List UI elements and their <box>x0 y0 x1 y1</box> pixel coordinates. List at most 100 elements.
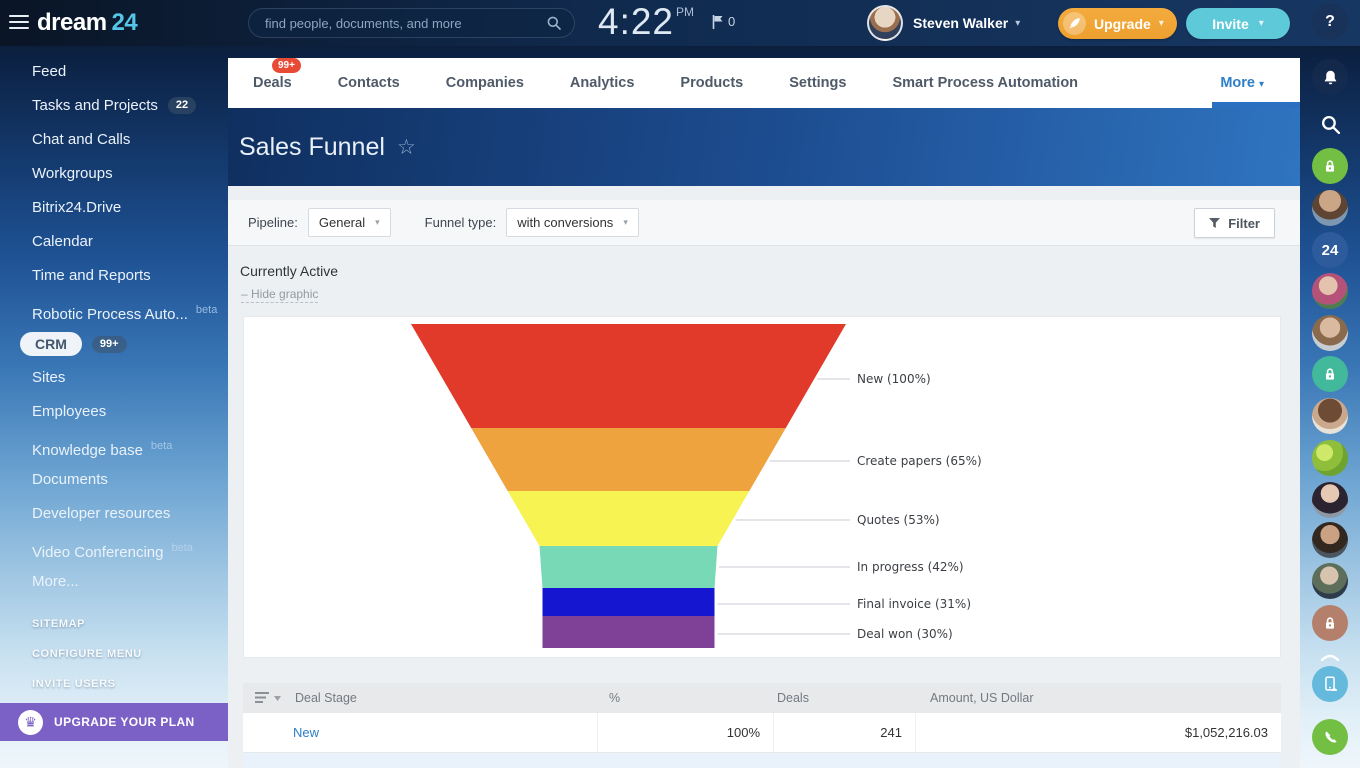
chat-avatar[interactable] <box>1312 522 1348 558</box>
locked-feature-green-button[interactable] <box>1312 148 1348 184</box>
filter-button[interactable]: Filter <box>1194 208 1275 238</box>
chat-avatar[interactable] <box>1312 315 1348 351</box>
user-name: Steven Walker <box>913 15 1008 31</box>
upgrade-plan-label: UPGRADE YOUR PLAN <box>54 715 195 729</box>
sidebar-item-crm[interactable]: CRM99+ <box>0 327 228 361</box>
col-header-deal-stage[interactable]: Deal Stage <box>293 691 597 705</box>
invite-label: Invite <box>1212 16 1249 32</box>
locked-feature-teal-button[interactable] <box>1312 356 1348 392</box>
app-logo[interactable]: dream24 <box>37 0 137 46</box>
user-avatar[interactable] <box>867 5 903 41</box>
tab-analytics[interactable]: Analytics <box>570 75 634 91</box>
cell-percent: 100% <box>597 713 773 752</box>
notifications-bell-button[interactable] <box>1312 59 1348 95</box>
notifications-flag[interactable]: 0 <box>712 14 735 29</box>
invite-button[interactable]: Invite ▾ <box>1186 8 1290 39</box>
sidebar-item-calendar[interactable]: Calendar <box>0 225 228 259</box>
sidebar-item-employees[interactable]: Employees <box>0 395 228 429</box>
funnel-stage-label: Quotes (53%) <box>857 513 940 527</box>
sidebar-item-knowledge-base[interactable]: Knowledge basebeta <box>0 429 228 463</box>
search-input[interactable] <box>265 16 546 31</box>
rail-search-button[interactable] <box>1312 106 1348 142</box>
pipeline-value: General <box>319 215 365 230</box>
global-search[interactable] <box>248 8 575 38</box>
table-row: New100%241$1,052,216.03 <box>243 713 1281 753</box>
sidebar-item-sites[interactable]: Sites <box>0 361 228 395</box>
pipeline-select[interactable]: General ▾ <box>308 208 391 237</box>
cell-deals: 241 <box>773 713 915 752</box>
telephony-button[interactable] <box>1312 719 1348 755</box>
sidebar-item-chat-and-calls[interactable]: Chat and Calls <box>0 123 228 157</box>
upgrade-plan-banner[interactable]: ♛ UPGRADE YOUR PLAN <box>0 703 228 741</box>
col-header-amount[interactable]: Amount, US Dollar <box>915 691 1281 705</box>
chat-avatar[interactable] <box>1312 563 1348 599</box>
section-title: Currently Active <box>240 263 338 279</box>
search-icon[interactable] <box>546 15 562 31</box>
favorite-star-icon[interactable]: ☆ <box>397 135 416 160</box>
main-content: Pipeline: General ▾ Funnel type: with co… <box>228 186 1300 768</box>
configure-menu-link[interactable]: CONFIGURE MENU <box>32 648 142 660</box>
invite-users-link[interactable]: INVITE USERS <box>32 678 142 690</box>
funnel-segment-final-invoice[interactable] <box>543 588 715 616</box>
sidebar-item-workgroups[interactable]: Workgroups <box>0 157 228 191</box>
funnel-segment-deal-won[interactable] <box>543 616 715 648</box>
tab-products[interactable]: Products <box>680 75 743 91</box>
chevron-down-icon: ▾ <box>1259 79 1264 90</box>
bitrix24-chat-button[interactable]: 24 <box>1312 232 1348 268</box>
upgrade-button[interactable]: Upgrade ▾ <box>1058 8 1177 39</box>
funnel-segment-new[interactable] <box>411 324 846 428</box>
funnel-type-select[interactable]: with conversions ▾ <box>506 208 639 237</box>
left-sidebar: FeedTasks and Projects22Chat and CallsWo… <box>0 46 228 768</box>
mobile-app-button[interactable] <box>1312 666 1348 702</box>
tab-companies[interactable]: Companies <box>446 75 524 91</box>
crm-nav-tabs: Deals99+ Contacts Companies Analytics Produc… <box>228 58 1300 108</box>
tab-smart-process-automation[interactable]: Smart Process Automation <box>892 75 1078 91</box>
clock[interactable]: 4:22PM <box>598 1 694 43</box>
chat-avatar[interactable] <box>1312 190 1348 226</box>
funnel-segment-in-progress[interactable] <box>540 546 718 588</box>
chat-avatar[interactable] <box>1312 398 1348 434</box>
lock-icon <box>1322 615 1338 631</box>
sidebar-item-bitrix24-drive[interactable]: Bitrix24.Drive <box>0 191 228 225</box>
col-header-percent[interactable]: % <box>597 691 773 705</box>
chat-avatar[interactable] <box>1312 482 1348 518</box>
funnel-toolbar: Pipeline: General ▾ Funnel type: with co… <box>228 200 1300 246</box>
sidebar-item-feed[interactable]: Feed <box>0 55 228 89</box>
hamburger-menu-icon[interactable] <box>9 15 29 29</box>
funnel-stage-label: New (100%) <box>857 372 931 386</box>
app-window: { "topbar": { "brand": "dream", "brand_s… <box>0 0 1360 768</box>
locked-feature-brown-button[interactable] <box>1312 605 1348 641</box>
chevron-down-icon: ▾ <box>375 217 380 228</box>
funnel-type-label: Funnel type: <box>425 215 497 230</box>
table-settings-icon[interactable] <box>243 692 293 704</box>
sidebar-item-tasks-and-projects[interactable]: Tasks and Projects22 <box>0 89 228 123</box>
tab-settings[interactable]: Settings <box>789 75 846 91</box>
sidebar-item-video-conferencing[interactable]: Video Conferencingbeta <box>0 531 228 565</box>
user-menu[interactable]: Steven Walker ▾ <box>913 0 1020 46</box>
sitemap-link[interactable]: SITEMAP <box>32 618 142 630</box>
right-rail: ? 24 <box>1300 0 1360 768</box>
bell-icon <box>1322 69 1339 86</box>
upgrade-label: Upgrade <box>1094 16 1151 32</box>
tab-contacts[interactable]: Contacts <box>338 75 400 91</box>
sidebar-item-more[interactable]: More... <box>0 565 228 599</box>
funnel-segment-quotes[interactable] <box>508 491 750 546</box>
chat-avatar[interactable] <box>1312 440 1348 476</box>
search-icon <box>1320 114 1341 135</box>
deal-stage-link[interactable]: New <box>293 725 319 740</box>
sidebar-item-time-and-reports[interactable]: Time and Reports <box>0 259 228 293</box>
funnel-segment-create-papers[interactable] <box>471 428 786 491</box>
beta-label: beta <box>196 304 217 316</box>
hide-graphic-link[interactable]: – Hide graphic <box>241 287 318 303</box>
sidebar-item-developer-resources[interactable]: Developer resources <box>0 497 228 531</box>
help-button[interactable]: ? <box>1312 4 1348 40</box>
tab-deals[interactable]: Deals99+ <box>253 75 292 91</box>
sidebar-item-robotic-process-auto[interactable]: Robotic Process Auto...beta <box>0 293 228 327</box>
tab-more[interactable]: More▾ <box>1220 75 1264 91</box>
top-bar: dream24 4:22PM 0 Steven Walker ▾ Upgrade… <box>0 0 1360 46</box>
collapse-rail-chevron-icon[interactable] <box>1320 648 1340 666</box>
chat-avatar[interactable] <box>1312 273 1348 309</box>
col-header-deals[interactable]: Deals <box>773 691 915 705</box>
funnel-stage-label: In progress (42%) <box>857 560 964 574</box>
sidebar-item-documents[interactable]: Documents <box>0 463 228 497</box>
